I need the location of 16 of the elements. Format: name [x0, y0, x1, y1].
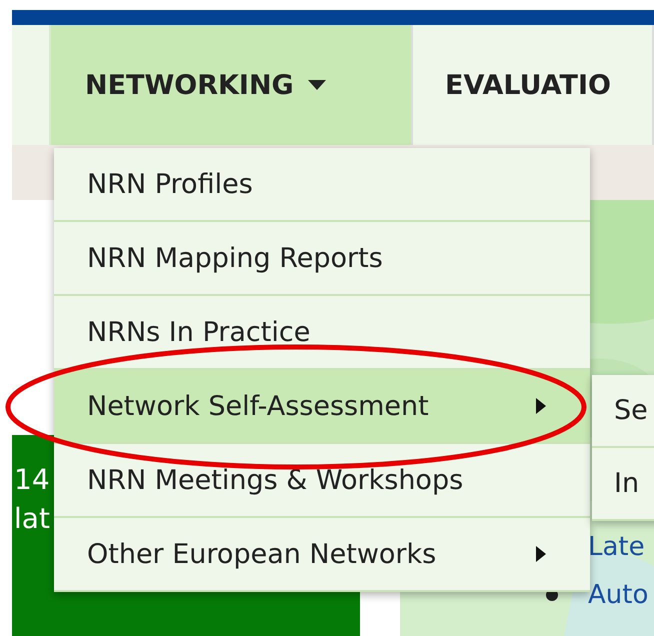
menu-item[interactable]: NRN Mapping Reports [54, 222, 590, 296]
banner-text: lat [14, 502, 50, 535]
nav-tab[interactable]: EVALUATIO [413, 25, 654, 145]
banner-text: 14 [14, 463, 50, 496]
menu-item[interactable]: Other European Networks [54, 518, 590, 592]
nav-tab-label: NETWORKING [85, 70, 294, 100]
nav-tab[interactable]: NETWORKING [51, 25, 413, 145]
menu-item[interactable]: Network Self-Assessment [54, 370, 590, 444]
nav-tab-label: EVALUATIO [445, 70, 611, 100]
menu-item[interactable]: NRN Profiles [54, 148, 590, 222]
news-link[interactable]: Late [588, 532, 645, 562]
menu-item[interactable]: NRN Meetings & Workshops [54, 444, 590, 518]
submenu-item[interactable]: Se [592, 375, 654, 448]
submenu-item[interactable]: In [592, 448, 654, 521]
menu-item[interactable]: NRNs In Practice [54, 296, 590, 370]
nav-tab[interactable] [12, 25, 51, 145]
